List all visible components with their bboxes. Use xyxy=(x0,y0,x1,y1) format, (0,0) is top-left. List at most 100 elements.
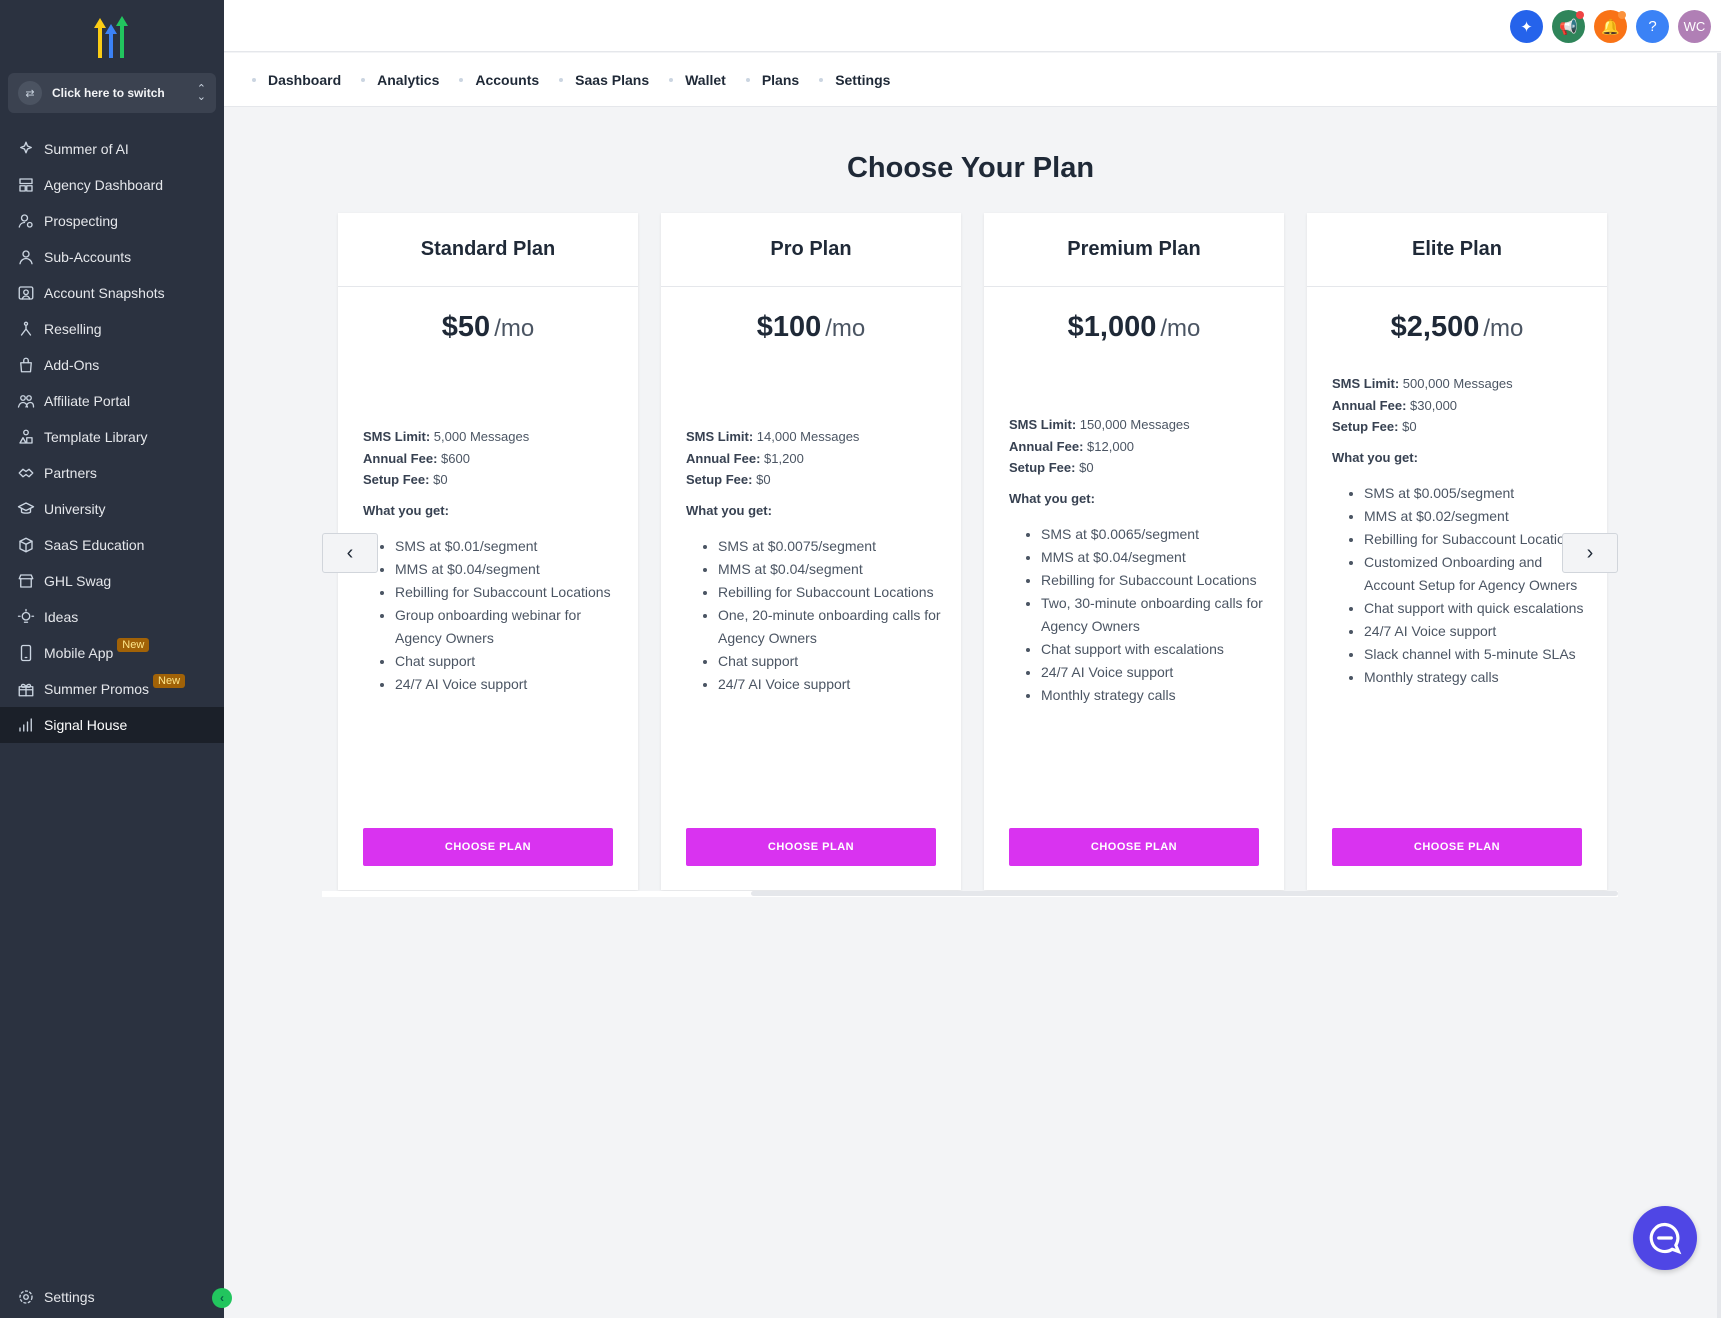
sidebar-item-summer-promos[interactable]: Summer Promos New xyxy=(0,671,224,707)
sidebar-item-settings[interactable]: Settings xyxy=(0,1279,224,1315)
plan-feature: SMS at $0.01/segment xyxy=(395,535,623,558)
handshake-icon xyxy=(16,463,36,483)
tab-label: Analytics xyxy=(377,71,440,88)
sidebar-item-partners[interactable]: Partners xyxy=(0,455,224,491)
plan-feature-list: SMS at $0.0075/segmentMMS at $0.04/segme… xyxy=(686,535,946,696)
sms-limit-value: 500,000 Messages xyxy=(1402,376,1513,391)
choose-plan-button[interactable]: CHOOSE PLAN xyxy=(1332,828,1582,866)
tab-saas-plans[interactable]: Saas Plans xyxy=(559,72,649,88)
setup-fee-row: Setup Fee: $0 xyxy=(363,469,623,491)
sidebar-item-reselling[interactable]: Reselling xyxy=(0,311,224,347)
bullet-icon xyxy=(252,77,256,82)
plan-feature-list: SMS at $0.005/segmentMMS at $0.02/segmen… xyxy=(1332,482,1592,689)
shapes-icon xyxy=(16,427,36,447)
what-you-get-heading: What you get: xyxy=(686,502,772,518)
sidebar-item-label: GHL Swag xyxy=(44,573,112,589)
tab-wallet[interactable]: Wallet xyxy=(669,72,726,88)
sidebar-item-label: Add-Ons xyxy=(44,357,100,373)
choose-plan-button[interactable]: CHOOSE PLAN xyxy=(363,828,613,866)
sidebar-item-ghl-swag[interactable]: GHL Swag xyxy=(0,563,224,599)
tab-settings[interactable]: Settings xyxy=(819,72,890,88)
setup-fee-value: $0 xyxy=(433,472,448,487)
sidebar-item-label: Signal House xyxy=(44,717,128,733)
tab-dashboard[interactable]: Dashboard xyxy=(252,72,341,88)
app-logo-icon[interactable] xyxy=(88,16,136,60)
annual-fee-value: $30,000 xyxy=(1410,397,1458,413)
sms-limit-value: 14,000 Messages xyxy=(756,429,860,444)
sms-limit-value: 5,000 Messages xyxy=(433,429,530,444)
chevron-up-down-icon: ⌃ ⌄ xyxy=(196,83,206,103)
plan-feature: Two, 30-minute onboarding calls for Agen… xyxy=(1041,592,1269,638)
sidebar-item-ideas[interactable]: Ideas xyxy=(0,599,224,635)
tab-label: Wallet xyxy=(685,71,726,88)
sidebar-item-prospecting[interactable]: Prospecting xyxy=(0,203,224,239)
ai-sparkle-icon[interactable]: ✦ xyxy=(1510,10,1543,43)
carousel-scrollbar[interactable] xyxy=(322,891,1618,897)
sidebar-item-label: Template Library xyxy=(44,429,148,445)
annual-fee-value: $600 xyxy=(441,450,470,466)
collapse-sidebar-icon[interactable]: ‹ xyxy=(212,1288,232,1308)
sidebar-item-label: Reselling xyxy=(44,321,102,337)
annual-fee-row: Annual Fee: $600 xyxy=(363,448,623,470)
plan-price-period: /mo xyxy=(494,315,535,342)
chat-bubble-icon xyxy=(1649,1222,1682,1255)
plan-name: Standard Plan xyxy=(338,213,638,287)
tab-analytics[interactable]: Analytics xyxy=(361,72,439,88)
annual-fee-label: Annual Fee: xyxy=(363,450,438,466)
sidebar-item-add-ons[interactable]: Add-Ons xyxy=(0,347,224,383)
chat-widget-button[interactable] xyxy=(1633,1206,1697,1270)
sidebar-item-saas-education[interactable]: SaaS Education xyxy=(0,527,224,563)
bullet-icon xyxy=(559,77,564,82)
plan-price: $2,500/mo xyxy=(1307,311,1607,344)
plan-feature: SMS at $0.005/segment xyxy=(1364,482,1592,505)
plan-feature: MMS at $0.04/segment xyxy=(1041,546,1269,569)
plan-price-period: /mo xyxy=(825,315,866,342)
sidebar-item-signal-house[interactable]: Signal House xyxy=(0,707,224,743)
sidebar-item-label: SaaS Education xyxy=(44,537,145,553)
sms-limit-row: SMS Limit: 5,000 Messages xyxy=(363,426,623,448)
megaphone-icon[interactable]: 📢 xyxy=(1552,10,1585,43)
plan-feature-list: SMS at $0.0065/segmentMMS at $0.04/segme… xyxy=(1009,523,1269,707)
setup-fee-row: Setup Fee: $0 xyxy=(1009,457,1269,479)
sidebar-item-sub-accounts[interactable]: Sub-Accounts xyxy=(0,239,224,275)
sidebar-item-affiliate-portal[interactable]: Affiliate Portal xyxy=(0,383,224,419)
plan-price-amount: $2,500 xyxy=(1390,311,1480,343)
user-avatar[interactable]: WC xyxy=(1678,10,1711,43)
choose-plan-button[interactable]: CHOOSE PLAN xyxy=(686,828,936,866)
plan-price-amount: $1,000 xyxy=(1067,311,1157,343)
sidebar-item-label: Mobile App xyxy=(44,645,114,661)
carousel-prev-button[interactable]: ‹ xyxy=(322,533,378,573)
sidebar-item-university[interactable]: University xyxy=(0,491,224,527)
choose-plan-button[interactable]: CHOOSE PLAN xyxy=(1009,828,1259,866)
tab-label: Plans xyxy=(761,71,800,88)
bell-icon[interactable]: 🔔 xyxy=(1594,10,1627,43)
sidebar-item-label: Account Snapshots xyxy=(44,285,165,301)
carousel-scrollbar-thumb[interactable] xyxy=(751,891,1618,896)
sms-limit-label: SMS Limit: xyxy=(686,429,754,444)
sidebar: ⇄ Click here to switch ⌃ ⌄ Summer of AI Ag… xyxy=(0,0,232,1318)
account-switcher[interactable]: ⇄ Click here to switch ⌃ ⌄ xyxy=(8,73,216,113)
plan-price: $100/mo xyxy=(661,311,961,344)
annual-fee-label: Annual Fee: xyxy=(1332,397,1407,413)
bullet-icon xyxy=(459,77,464,82)
tab-plans[interactable]: Plans xyxy=(745,71,800,88)
plan-details: SMS Limit: 150,000 Messages Annual Fee: $… xyxy=(1009,414,1269,707)
page-title: Choose Your Plan xyxy=(846,152,1095,184)
sidebar-item-summer-of-ai[interactable]: Summer of AI xyxy=(0,131,224,167)
sidebar-item-agency-dashboard[interactable]: Agency Dashboard xyxy=(0,167,224,203)
carousel-next-button[interactable]: › xyxy=(1562,533,1618,573)
sms-limit-row: SMS Limit: 500,000 Messages xyxy=(1332,373,1592,395)
sidebar-item-account-snapshots[interactable]: Account Snapshots xyxy=(0,275,224,311)
gear-icon xyxy=(16,1287,36,1307)
setup-fee-label: Setup Fee: xyxy=(1332,419,1399,434)
annual-fee-value: $12,000 xyxy=(1087,438,1135,454)
sidebar-item-mobile-app[interactable]: Mobile App New xyxy=(0,635,224,671)
page-scrollbar[interactable] xyxy=(1717,53,1721,1318)
tab-accounts[interactable]: Accounts xyxy=(459,72,539,88)
plan-cards-carousel: Standard Plan $50/mo SMS Limit: 5,000 Mess… xyxy=(338,213,1610,890)
help-icon[interactable]: ? xyxy=(1636,10,1669,43)
new-badge: New xyxy=(153,674,186,688)
plan-feature: MMS at $0.02/segment xyxy=(1364,505,1592,528)
sidebar-item-template-library[interactable]: Template Library xyxy=(0,419,224,455)
cube-icon xyxy=(16,535,36,555)
